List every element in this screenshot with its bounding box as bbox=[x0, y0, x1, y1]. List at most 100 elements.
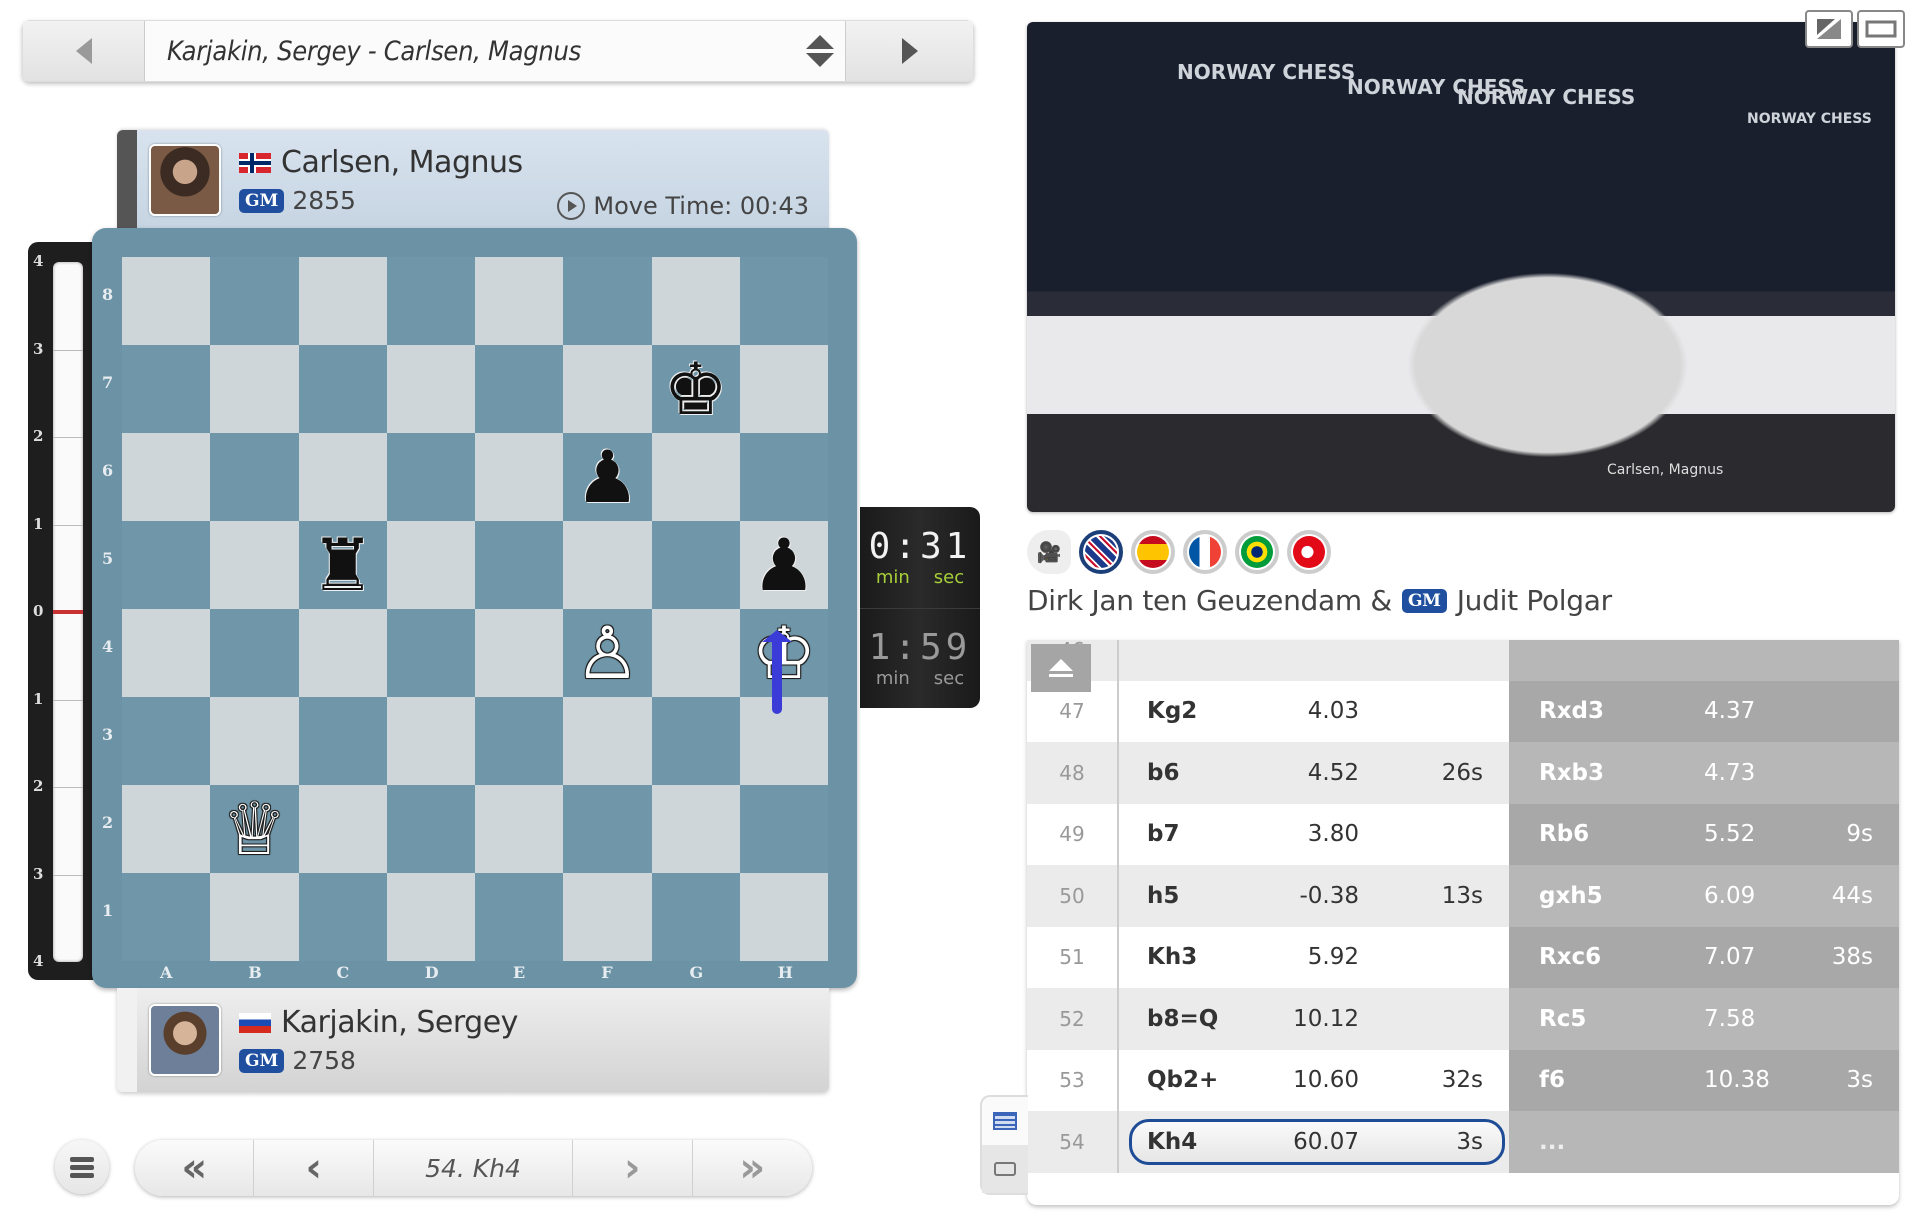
square-g3[interactable] bbox=[651, 697, 740, 785]
black-move[interactable]: Rxb3 bbox=[1539, 760, 1604, 786]
square-d4[interactable] bbox=[386, 609, 475, 697]
black-move-cell[interactable]: Rxc6 7.07 38s bbox=[1509, 926, 1899, 988]
square-c1[interactable] bbox=[298, 873, 387, 961]
video-camera-icon[interactable]: 🎥 bbox=[1027, 530, 1071, 574]
square-e7[interactable] bbox=[475, 345, 564, 433]
square-a8[interactable] bbox=[122, 257, 211, 345]
popout-icon[interactable] bbox=[1805, 10, 1853, 48]
square-a5[interactable] bbox=[122, 521, 211, 609]
square-a1[interactable] bbox=[122, 873, 211, 961]
black-move-cell[interactable]: Rxb3 4.73 bbox=[1509, 742, 1899, 804]
move-list[interactable]: 4647Kg24.03Rxd34.3748b64.5226sRxb34.7349… bbox=[1027, 640, 1899, 1205]
square-d7[interactable] bbox=[386, 345, 475, 433]
square-g7[interactable]: ♚ bbox=[651, 345, 740, 433]
black-move[interactable]: Rxc6 bbox=[1539, 944, 1601, 970]
square-a7[interactable] bbox=[122, 345, 211, 433]
square-h7[interactable] bbox=[739, 345, 828, 433]
black-pawn-piece[interactable]: ♟ bbox=[752, 529, 817, 601]
uk-flag-icon[interactable] bbox=[1079, 530, 1123, 574]
square-c2[interactable] bbox=[298, 785, 387, 873]
next-game-button[interactable] bbox=[845, 21, 973, 81]
black-move[interactable]: Rxd3 bbox=[1539, 698, 1604, 724]
black-move[interactable]: ... bbox=[1539, 1129, 1565, 1155]
black-move[interactable]: gxh5 bbox=[1539, 883, 1603, 909]
move-list-tab[interactable] bbox=[982, 1097, 1028, 1145]
square-g2[interactable] bbox=[651, 785, 740, 873]
square-h1[interactable] bbox=[739, 873, 828, 961]
square-f1[interactable] bbox=[563, 873, 652, 961]
first-move-button[interactable]: « bbox=[135, 1140, 255, 1196]
white-move[interactable]: b6 bbox=[1147, 760, 1179, 786]
square-d3[interactable] bbox=[386, 697, 475, 785]
square-f8[interactable] bbox=[563, 257, 652, 345]
black-move-cell[interactable]: f6 10.38 3s bbox=[1509, 1049, 1899, 1111]
white-move[interactable]: Qb2+ bbox=[1147, 1067, 1218, 1093]
game-switch-button[interactable] bbox=[795, 21, 845, 81]
chat-tab[interactable] bbox=[982, 1145, 1028, 1193]
white-move-cell[interactable]: Qb2+ 10.60 32s bbox=[1119, 1050, 1509, 1112]
square-h4[interactable]: ♔ bbox=[739, 609, 828, 697]
white-move-cell[interactable]: b8=Q 10.12 bbox=[1119, 988, 1509, 1050]
square-h6[interactable] bbox=[739, 433, 828, 521]
menu-button[interactable] bbox=[55, 1140, 109, 1194]
white-move-cell[interactable] bbox=[1119, 640, 1509, 681]
white-move-cell[interactable]: h5 -0.38 13s bbox=[1119, 865, 1509, 927]
black-move-cell[interactable]: Rxd3 4.37 bbox=[1509, 680, 1899, 742]
black-move[interactable]: Rc5 bbox=[1539, 1006, 1586, 1032]
black-king-piece[interactable]: ♚ bbox=[663, 353, 728, 425]
black-move-cell[interactable]: Rc5 7.58 bbox=[1509, 988, 1899, 1050]
square-d5[interactable] bbox=[386, 521, 475, 609]
last-move-button[interactable]: » bbox=[693, 1140, 812, 1196]
black-move-cell[interactable]: gxh5 6.09 44s bbox=[1509, 865, 1899, 927]
square-c8[interactable] bbox=[298, 257, 387, 345]
square-h8[interactable] bbox=[739, 257, 828, 345]
square-e3[interactable] bbox=[475, 697, 564, 785]
spain-flag-icon[interactable] bbox=[1131, 530, 1175, 574]
square-b8[interactable] bbox=[210, 257, 299, 345]
white-queen-piece[interactable]: ♕ bbox=[222, 793, 287, 865]
square-e5[interactable] bbox=[475, 521, 564, 609]
square-d2[interactable] bbox=[386, 785, 475, 873]
square-c3[interactable] bbox=[298, 697, 387, 785]
square-b7[interactable] bbox=[210, 345, 299, 433]
white-move[interactable]: h5 bbox=[1147, 883, 1179, 909]
white-move-cell[interactable]: Kh3 5.92 bbox=[1119, 927, 1509, 989]
square-g5[interactable] bbox=[651, 521, 740, 609]
square-e4[interactable] bbox=[475, 609, 564, 697]
square-f2[interactable] bbox=[563, 785, 652, 873]
turkey-flag-icon[interactable] bbox=[1287, 530, 1331, 574]
square-h2[interactable] bbox=[739, 785, 828, 873]
game-title[interactable]: Karjakin, Sergey - Carlsen, Magnus bbox=[145, 21, 795, 81]
square-e6[interactable] bbox=[475, 433, 564, 521]
next-move-button[interactable]: › bbox=[573, 1140, 693, 1196]
square-h5[interactable]: ♟ bbox=[739, 521, 828, 609]
white-move[interactable]: Kh4 bbox=[1147, 1129, 1197, 1155]
square-a6[interactable] bbox=[122, 433, 211, 521]
square-b2[interactable]: ♕ bbox=[210, 785, 299, 873]
square-h3[interactable] bbox=[739, 697, 828, 785]
black-move[interactable]: f6 bbox=[1539, 1067, 1565, 1093]
square-b4[interactable] bbox=[210, 609, 299, 697]
black-move[interactable]: Rb6 bbox=[1539, 821, 1589, 847]
white-move-cell[interactable]: b6 4.52 26s bbox=[1119, 742, 1509, 804]
white-move-cell[interactable]: Kh4 60.07 3s bbox=[1119, 1111, 1509, 1173]
square-c6[interactable] bbox=[298, 433, 387, 521]
square-e8[interactable] bbox=[475, 257, 564, 345]
black-pawn-piece[interactable]: ♟ bbox=[575, 441, 640, 513]
square-g1[interactable] bbox=[651, 873, 740, 961]
france-flag-icon[interactable] bbox=[1183, 530, 1227, 574]
square-f6[interactable]: ♟ bbox=[563, 433, 652, 521]
previous-move-button[interactable]: ‹ bbox=[254, 1140, 374, 1196]
white-move[interactable]: Kh3 bbox=[1147, 944, 1197, 970]
square-c4[interactable] bbox=[298, 609, 387, 697]
square-e2[interactable] bbox=[475, 785, 564, 873]
square-d8[interactable] bbox=[386, 257, 475, 345]
square-g6[interactable] bbox=[651, 433, 740, 521]
square-d1[interactable] bbox=[386, 873, 475, 961]
square-b1[interactable] bbox=[210, 873, 299, 961]
live-video[interactable]: NORWAY CHESS NORWAY CHESS NORWAY CHESS N… bbox=[1027, 22, 1895, 512]
white-move-cell[interactable]: b7 3.80 bbox=[1119, 804, 1509, 866]
scroll-up-button[interactable] bbox=[1031, 644, 1091, 692]
black-move-cell[interactable]: ... bbox=[1509, 1111, 1899, 1173]
square-g4[interactable] bbox=[651, 609, 740, 697]
